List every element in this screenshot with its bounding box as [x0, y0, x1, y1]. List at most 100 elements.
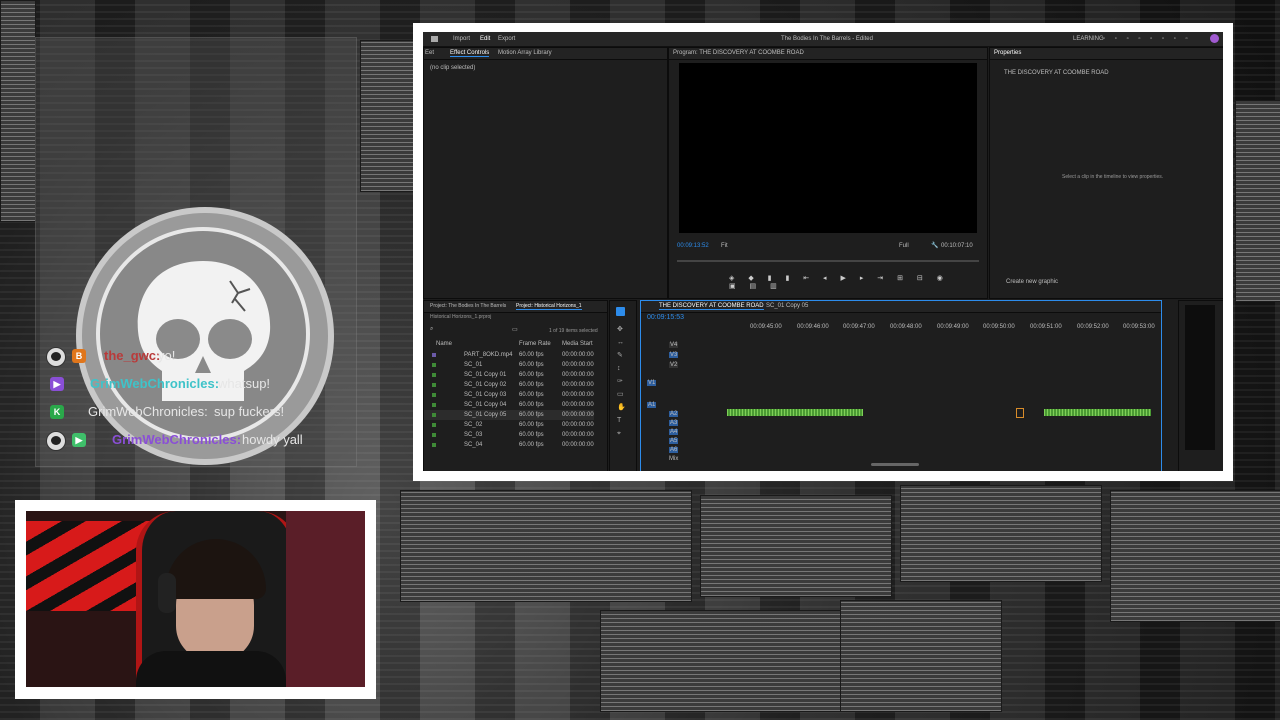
create-graphic-button[interactable]: Create new graphic — [1006, 279, 1058, 285]
window-title: The Bodies In The Barrels - Edited — [781, 36, 873, 42]
tab-motion-array[interactable]: Motion Array Library — [498, 50, 552, 56]
badge-icon: ▶ — [72, 433, 86, 447]
menu-export[interactable]: Export — [498, 36, 515, 42]
bg-newspaper-clip — [1235, 100, 1280, 302]
folder-icon[interactable]: ▭ — [512, 326, 518, 333]
program-monitor-panel: Program: THE DISCOVERY AT COOMBE ROAD 00… — [668, 47, 988, 299]
timeline-timecode[interactable]: 00:09:15:53 — [647, 314, 684, 321]
column-name[interactable]: Name — [436, 341, 452, 347]
home-icon[interactable] — [431, 36, 438, 42]
list-item[interactable]: SC_01 Copy 02 60.00 fps 00:00:00:00 — [424, 380, 594, 390]
project-panel: Project: The Bodies In The Barrels Proje… — [423, 300, 608, 471]
learning-tab[interactable]: LEARNING — [1073, 36, 1104, 42]
badge-icon: ▶ — [50, 377, 64, 391]
transport-controls[interactable]: ◈ ◆ ▮ ▮ ⇤ ◂ ▶ ▸ ⇥ ⊞ ⊟ ◉ ▣ ▤ ▥ — [729, 274, 969, 290]
tool-icons[interactable]: ✥ ↔ ✎ ↕ ✑ ▭ ✋ T ⌖ — [617, 323, 627, 440]
chat-text: sup fuckers! — [214, 404, 285, 419]
bg-newspaper-clip — [400, 490, 692, 602]
list-item[interactable]: SC_01 Copy 04 60.00 fps 00:00:00:00 — [424, 400, 594, 410]
skull-avatar-icon — [46, 347, 66, 367]
mix-track[interactable]: Mix — [669, 456, 678, 462]
bg-newspaper-clip — [840, 600, 1002, 712]
effect-controls-panel: Eet Effect Controls Motion Array Library… — [423, 47, 668, 299]
bg-newspaper-clip — [0, 0, 36, 222]
bg-newspaper-clip — [600, 610, 842, 712]
wall-right — [286, 511, 365, 687]
chat-text: howdy yall — [242, 432, 303, 447]
user-avatar-icon[interactable] — [1210, 34, 1219, 43]
skull-logo-icon — [76, 207, 334, 465]
tab-timeline-sc[interactable]: SC_01 Copy 05 — [766, 303, 808, 309]
no-clip-label: (no clip selected) — [430, 65, 476, 71]
program-video-frame[interactable] — [679, 63, 977, 233]
track-v1[interactable]: V1 — [647, 380, 657, 386]
chat-username[interactable]: GrimWebChronicles: — [112, 432, 241, 447]
track-a6[interactable]: A6 — [669, 447, 679, 453]
tab-effect-cut[interactable]: Eet — [425, 50, 434, 56]
timeline-panel: THE DISCOVERY AT COOMBE ROAD SC_01 Copy … — [640, 300, 1162, 471]
track-a5[interactable]: A5 — [669, 438, 679, 444]
track-a4[interactable]: A4 — [669, 429, 679, 435]
list-item[interactable]: SC_01 Copy 03 60.00 fps 00:00:00:00 — [424, 390, 594, 400]
arrow-select-icon[interactable] — [616, 307, 625, 316]
badge-icon: K — [50, 405, 64, 419]
properties-panel: Properties THE DISCOVERY AT COOMBE ROAD … — [989, 47, 1223, 299]
chat-text: yo! — [158, 348, 176, 363]
column-frame-rate[interactable]: Frame Rate — [519, 341, 551, 347]
chat-username[interactable]: GrimWebChronicles: — [88, 404, 208, 419]
list-item[interactable]: PART_8OKD.mp4 60.00 fps 00:00:00:00 — [424, 350, 594, 360]
screen-capture-frame: Import Edit Export The Bodies In The Bar… — [413, 23, 1233, 481]
program-title[interactable]: Program: THE DISCOVERY AT COOMBE ROAD — [673, 50, 804, 56]
project-list: PART_8OKD.mp4 60.00 fps 00:00:00:00 SC_01 6… — [424, 350, 607, 460]
track-a3[interactable]: A3 — [669, 420, 679, 426]
headphones-icon — [158, 573, 176, 613]
tab-project-barrels[interactable]: Project: The Bodies In The Barrels — [430, 303, 506, 309]
bg-newspaper-clip — [900, 485, 1102, 582]
premiere-window: Import Edit Export The Bodies In The Bar… — [423, 32, 1223, 471]
track-a1[interactable]: A1 — [647, 402, 657, 408]
streamer-shirt — [136, 651, 286, 687]
track-a2[interactable]: A2 — [669, 411, 679, 417]
playhead-scrubber[interactable] — [677, 260, 979, 262]
tab-project-horizons[interactable]: Project: Historical Horizons_1 — [516, 303, 582, 310]
project-file: Historical Horizons_1.prproj — [430, 314, 492, 320]
webcam-frame — [15, 500, 376, 699]
fit-dropdown[interactable]: Fit — [721, 243, 728, 249]
search-icon[interactable]: ⌕ — [430, 326, 433, 333]
window-controls[interactable]: ▫ ▫ ▫ ▫ ▫ ▫ ▫ ▫ — [1103, 36, 1192, 42]
list-item[interactable]: SC_01 Copy 05 60.00 fps 00:00:00:00 — [424, 410, 594, 420]
list-item[interactable]: SC_03 60.00 fps 00:00:00:00 — [424, 430, 594, 440]
properties-title: Properties — [994, 50, 1022, 56]
menu-import[interactable]: Import — [453, 36, 470, 42]
menu-edit[interactable]: Edit — [480, 36, 490, 42]
program-duration: 00:10:07:10 — [941, 243, 973, 249]
webcam-feed — [26, 511, 365, 687]
bg-newspaper-clip — [700, 495, 892, 597]
bg-newspaper-clip — [360, 40, 414, 192]
audio-meter-panel — [1178, 300, 1223, 471]
properties-hint: Select a clip in the timeline to view pr… — [1062, 174, 1164, 180]
program-timecode[interactable]: 00:09:13:52 — [677, 243, 709, 249]
chat-text: whatsup! — [218, 376, 271, 391]
tools-panel: ✥ ↔ ✎ ↕ ✑ ▭ ✋ T ⌖ — [609, 300, 637, 471]
list-item[interactable]: SC_04 60.00 fps 00:00:00:00 — [424, 440, 594, 450]
timeline-scrollbar[interactable] — [871, 463, 919, 466]
track-v2[interactable]: V2 — [669, 362, 679, 368]
items-selected-count: 1 of 19 items selected — [549, 328, 598, 334]
tab-effect-controls[interactable]: Effect Controls — [450, 50, 490, 57]
tab-timeline-sequence[interactable]: THE DISCOVERY AT COOMBE ROAD — [659, 303, 764, 310]
list-item[interactable]: SC_01 Copy 01 60.00 fps 00:00:00:00 — [424, 370, 594, 380]
chat-username[interactable]: the_gwc: — [104, 348, 160, 363]
chat-username[interactable]: GrimWebChronicles: — [90, 376, 219, 391]
wrench-icon[interactable]: 🔧 — [931, 242, 938, 249]
list-item[interactable]: SC_01 60.00 fps 00:00:00:00 — [424, 360, 594, 370]
column-media-start[interactable]: Media Start — [562, 341, 593, 347]
timeline-ruler[interactable]: 00:09:45:00 00:09:46:00 00:09:47:00 00:0… — [725, 324, 1155, 332]
list-item[interactable]: SC_02 60.00 fps 00:00:00:00 — [424, 420, 594, 430]
properties-sequence: THE DISCOVERY AT COOMBE ROAD — [1004, 70, 1109, 76]
track-v3[interactable]: V3 — [669, 352, 679, 358]
track-v4[interactable]: V4 — [669, 342, 679, 348]
resolution-dropdown[interactable]: Full — [899, 243, 909, 249]
bg-newspaper-clip — [1110, 490, 1280, 622]
badge-icon: B — [72, 349, 86, 363]
